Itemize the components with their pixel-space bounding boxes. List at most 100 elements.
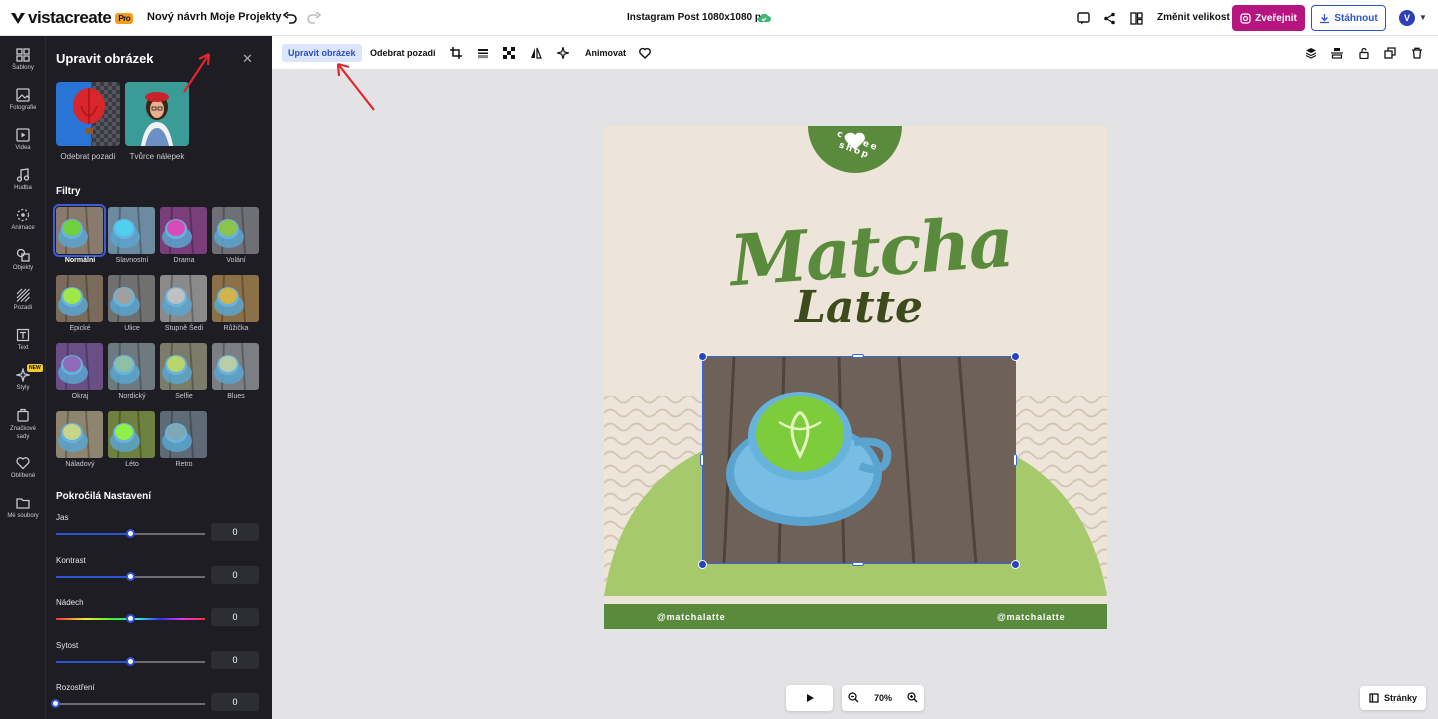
slider-knob[interactable] xyxy=(125,614,135,623)
slider-value-input[interactable]: 0 xyxy=(211,650,259,669)
side-handle[interactable] xyxy=(700,454,704,466)
rail-label: Hudba xyxy=(14,185,32,191)
filter-thumbnail[interactable] xyxy=(108,411,155,458)
align-icon[interactable] xyxy=(1330,46,1344,60)
filter-thumbnail[interactable] xyxy=(212,275,259,322)
avatar[interactable]: V xyxy=(1399,10,1415,26)
rail-photos[interactable]: Fotografie xyxy=(0,88,46,111)
chevron-down-icon[interactable]: ▼ xyxy=(1419,13,1427,22)
filter-thumbnail[interactable] xyxy=(56,275,103,322)
filter-thumbnail[interactable] xyxy=(160,343,207,390)
filter-label: Retro xyxy=(175,461,193,468)
document-title[interactable]: Instagram Post 1080x1080 px xyxy=(627,12,767,23)
animate-button[interactable]: Animovat xyxy=(579,44,632,62)
remove-background-card[interactable] xyxy=(56,82,120,146)
close-icon[interactable]: ✕ xyxy=(242,51,253,67)
rail-objects[interactable]: Objekty xyxy=(0,248,46,271)
download-label: Stáhnout xyxy=(1334,12,1378,24)
transparency-lines-icon[interactable] xyxy=(476,46,490,60)
filter-preview-image xyxy=(212,275,259,322)
filter-thumbnail[interactable] xyxy=(108,207,155,254)
rail-videos[interactable]: Videa xyxy=(0,128,46,151)
side-handle[interactable] xyxy=(1013,454,1017,466)
rail-animation[interactable]: Animace xyxy=(0,208,46,231)
rail-my-files[interactable]: Mé soubory xyxy=(0,496,46,519)
slider-knob[interactable] xyxy=(51,699,60,708)
filter-thumbnail[interactable] xyxy=(160,275,207,322)
layers-icon[interactable] xyxy=(1304,46,1318,60)
delete-icon[interactable] xyxy=(1410,46,1424,60)
share-icon[interactable] xyxy=(1100,9,1118,27)
slider-value-input[interactable]: 0 xyxy=(211,693,259,711)
crop-icon[interactable] xyxy=(449,46,463,60)
my-projects-link[interactable]: Moje Projekty xyxy=(210,11,282,23)
filter-label: Drama xyxy=(173,257,195,264)
slider-track[interactable] xyxy=(56,529,205,538)
filter-preview-image xyxy=(108,207,155,254)
filter-preview-image xyxy=(108,411,155,458)
cloud-saved-icon xyxy=(755,9,773,27)
rail-text[interactable]: Text xyxy=(0,328,46,351)
vistacreate-logo[interactable]: vistacreate Pro xyxy=(10,8,134,28)
rail-background[interactable]: Pozadí xyxy=(0,288,46,311)
filter-label: Růžička xyxy=(223,325,249,332)
filter-thumbnail[interactable] xyxy=(56,411,103,458)
resize-handle[interactable] xyxy=(1011,560,1020,569)
layout-icon[interactable] xyxy=(1127,9,1145,27)
filter-thumbnail[interactable] xyxy=(108,343,155,390)
resize-handle[interactable] xyxy=(698,560,707,569)
download-button[interactable]: Stáhnout xyxy=(1311,5,1386,31)
resize-handle[interactable] xyxy=(698,352,707,361)
zoom-level[interactable]: 70% xyxy=(874,693,892,703)
rail-label: Fotografie xyxy=(9,105,37,111)
slider-value-input[interactable]: 0 xyxy=(211,523,259,541)
checkerboard-icon[interactable] xyxy=(502,46,516,60)
redo-icon[interactable] xyxy=(305,9,323,27)
flip-icon[interactable] xyxy=(529,46,543,60)
slider-value-input[interactable]: 0 xyxy=(211,565,259,584)
filter-thumbnail[interactable] xyxy=(212,343,259,390)
rail-label: Animace xyxy=(11,225,35,231)
slider-knob[interactable] xyxy=(125,656,135,666)
new-badge: NEW xyxy=(27,364,43,372)
filter-thumbnail[interactable] xyxy=(108,275,155,322)
rail-templates[interactable]: Šablony xyxy=(0,48,46,71)
play-button[interactable] xyxy=(786,685,833,711)
comment-icon[interactable] xyxy=(1074,9,1092,27)
filter-thumbnail[interactable] xyxy=(212,207,259,254)
rail-music[interactable]: Hudba xyxy=(0,168,46,191)
rail-styles[interactable]: NEW Styly xyxy=(0,364,46,391)
pages-button[interactable]: Stránky xyxy=(1360,686,1426,710)
undo-icon[interactable] xyxy=(281,9,299,27)
rail-brand-kit[interactable]: Značkové sady xyxy=(0,408,46,441)
slider-track[interactable] xyxy=(51,699,205,708)
filter-preview-image xyxy=(212,343,259,390)
favorite-heart-icon[interactable] xyxy=(638,46,652,60)
zoom-out-icon[interactable] xyxy=(848,691,859,705)
selected-image-frame[interactable] xyxy=(702,356,1016,564)
slider-knob[interactable] xyxy=(125,529,135,538)
publish-button[interactable]: Zveřejnit xyxy=(1232,5,1305,31)
filter-thumbnail[interactable] xyxy=(56,343,103,390)
slider-value-input[interactable]: 0 xyxy=(211,608,259,626)
slider-track[interactable] xyxy=(56,656,205,666)
rail-favorites[interactable]: Oblíbené xyxy=(0,456,46,479)
side-handle[interactable] xyxy=(852,562,864,566)
filter-thumbnail[interactable] xyxy=(160,411,207,458)
duplicate-icon[interactable] xyxy=(1383,46,1397,60)
zoom-in-icon[interactable] xyxy=(907,691,918,705)
side-handle[interactable] xyxy=(852,354,864,358)
filter-thumbnail[interactable] xyxy=(160,207,207,254)
magic-icon[interactable] xyxy=(556,46,570,60)
slider-knob[interactable] xyxy=(125,571,135,581)
slider-track[interactable] xyxy=(56,614,205,623)
new-design-link[interactable]: Nový návrh xyxy=(147,11,207,23)
lock-icon[interactable] xyxy=(1357,46,1371,60)
photo-icon xyxy=(16,88,30,102)
filter-thumbnail[interactable] xyxy=(53,204,106,257)
music-icon xyxy=(16,168,30,182)
slider-track[interactable] xyxy=(56,571,205,581)
filter-label: Blues xyxy=(227,393,245,400)
resize-button[interactable]: Změnit velikost xyxy=(1157,12,1230,23)
resize-handle[interactable] xyxy=(1011,352,1020,361)
